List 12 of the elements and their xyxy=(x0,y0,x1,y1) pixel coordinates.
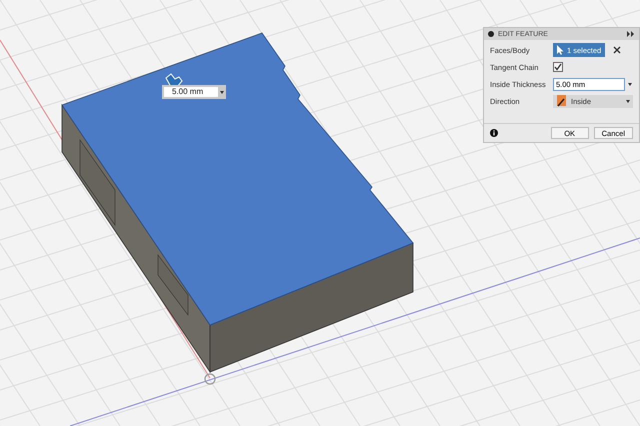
pointer-icon xyxy=(557,45,564,55)
dimension-value: 5.00 mm xyxy=(164,87,218,97)
dimension-input-field[interactable]: 5.00 mm xyxy=(162,85,226,99)
checkbox[interactable] xyxy=(553,62,563,72)
info-icon[interactable] xyxy=(490,129,498,137)
caret-icon xyxy=(220,90,224,94)
caret-icon xyxy=(628,82,632,86)
clear-icon[interactable] xyxy=(613,46,622,54)
collapse-icon[interactable] xyxy=(488,31,494,37)
direction-icon xyxy=(556,95,568,107)
origin-icon xyxy=(204,373,216,385)
expand-icon[interactable] xyxy=(627,31,635,37)
